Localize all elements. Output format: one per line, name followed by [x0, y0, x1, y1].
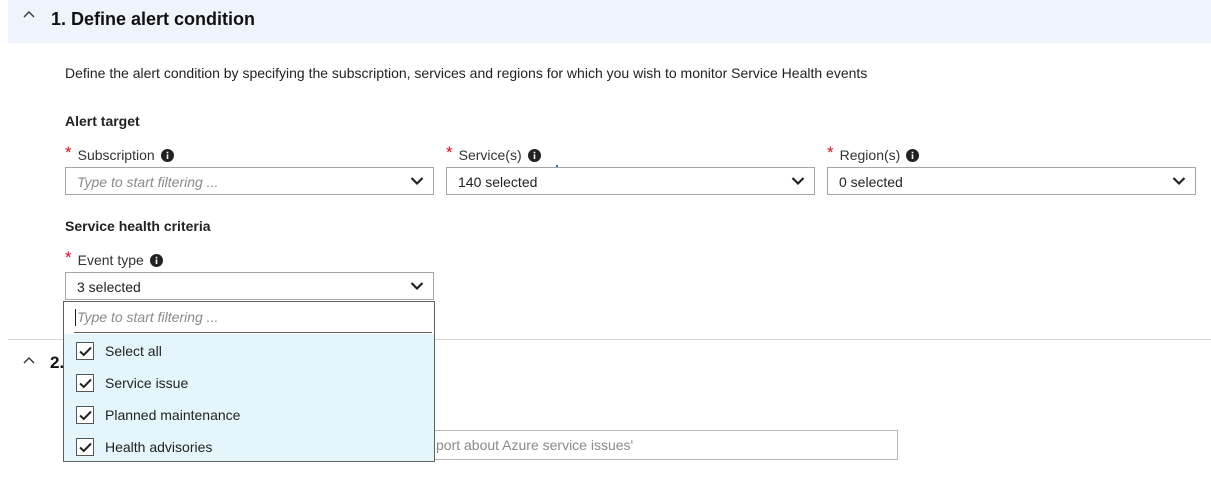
event-type-label: Event type — [77, 252, 144, 268]
text-cursor — [75, 309, 76, 326]
regions-label: Region(s) — [839, 147, 901, 163]
chevron-down-icon — [1172, 177, 1186, 186]
chevron-down-icon — [410, 177, 424, 186]
services-value: 140 selected — [458, 174, 538, 190]
checkmark-icon — [79, 410, 92, 421]
event-type-filter-input[interactable]: Type to start filtering ... — [74, 303, 432, 333]
alert-description-input[interactable]: port about Azure service issues' — [430, 430, 898, 460]
services-label-row: * Service(s) — [446, 143, 541, 165]
section-description: Define the alert condition by specifying… — [65, 65, 868, 81]
checkmark-icon — [79, 346, 92, 357]
option-select-all[interactable]: Select all — [76, 339, 162, 363]
checkbox[interactable] — [76, 342, 94, 360]
services-dropdown[interactable]: 140 selected — [446, 167, 815, 195]
subscription-placeholder: Type to start filtering ... — [77, 174, 219, 190]
info-icon[interactable] — [160, 148, 174, 162]
option-service-issue[interactable]: Service issue — [76, 371, 188, 395]
event-type-dropdown[interactable]: 3 selected — [65, 272, 434, 300]
checkmark-icon — [79, 442, 92, 453]
option-planned-maintenance[interactable]: Planned maintenance — [76, 403, 240, 427]
alert-target-heading: Alert target — [65, 113, 140, 129]
info-icon[interactable] — [906, 148, 920, 162]
service-health-criteria-heading: Service health criteria — [65, 218, 211, 234]
subscription-label-row: * Subscription — [65, 143, 174, 165]
option-label: Select all — [105, 343, 162, 359]
checkmark-icon — [79, 378, 92, 389]
option-health-advisories[interactable]: Health advisories — [76, 435, 212, 459]
chevron-down-icon — [791, 177, 805, 186]
chevron-up-icon[interactable] — [22, 8, 36, 22]
section-1-title: 1. Define alert condition — [51, 9, 256, 29]
subscription-dropdown[interactable]: Type to start filtering ... — [65, 167, 434, 195]
option-label: Health advisories — [105, 439, 213, 455]
option-label: Service issue — [105, 375, 189, 391]
chevron-down-icon — [410, 282, 424, 291]
regions-label-row: * Region(s) — [827, 143, 920, 165]
event-type-options: Select all Service issue Planned mainten… — [64, 334, 434, 461]
required-marker: * — [446, 143, 453, 162]
checkbox[interactable] — [76, 438, 94, 456]
info-icon[interactable] — [149, 253, 163, 267]
section-1-header[interactable]: 1. Define alert condition — [8, 0, 1211, 43]
event-type-value: 3 selected — [77, 279, 141, 295]
event-type-dropdown-panel: Type to start filtering ... Select all S… — [63, 301, 435, 462]
alert-rule-page: 1. Define alert condition Define the ale… — [0, 0, 1211, 477]
checkbox[interactable] — [76, 374, 94, 392]
event-type-filter-placeholder: Type to start filtering ... — [77, 309, 219, 325]
required-marker: * — [65, 143, 72, 162]
checkbox[interactable] — [76, 406, 94, 424]
chevron-up-icon[interactable] — [22, 355, 36, 367]
required-marker: * — [65, 248, 72, 267]
alert-description-placeholder: port about Azure service issues' — [436, 437, 634, 453]
info-icon[interactable] — [527, 148, 541, 162]
subscription-label: Subscription — [77, 147, 155, 163]
regions-dropdown[interactable]: 0 selected — [827, 167, 1196, 195]
required-marker: * — [827, 143, 834, 162]
event-type-label-row: * Event type — [65, 248, 163, 270]
regions-value: 0 selected — [839, 174, 903, 190]
option-label: Planned maintenance — [105, 407, 241, 423]
services-label: Service(s) — [458, 147, 522, 163]
